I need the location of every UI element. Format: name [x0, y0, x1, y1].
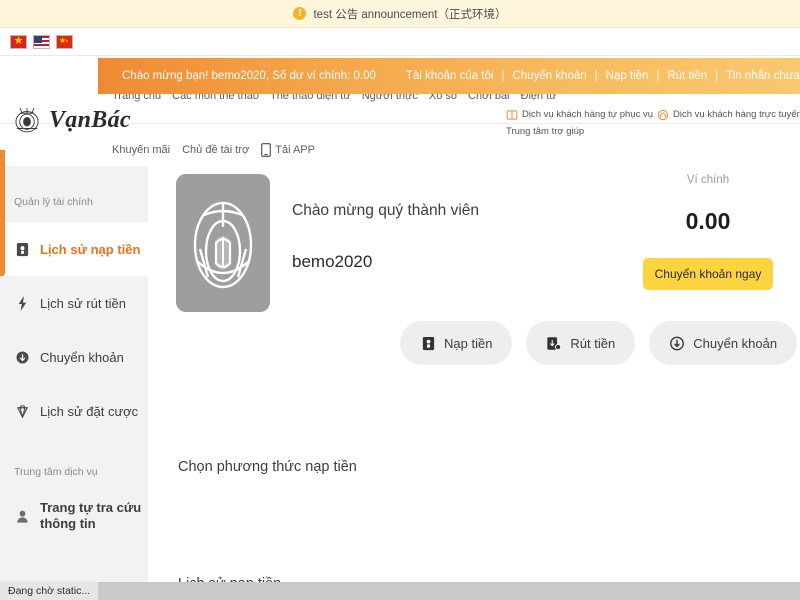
announcement-content: ! test 公告 announcement（正式环境） — [293, 6, 507, 22]
deposit-history-icon — [14, 240, 30, 258]
nav-separator: | — [501, 70, 505, 82]
sidebar-item-withdraw-history[interactable]: Lịch sử rút tiền — [0, 276, 148, 330]
deposit-icon — [420, 334, 436, 352]
nav-content: Chào mừng bạn! bemo2020, Số dư ví chính:… — [98, 58, 800, 94]
self-service-label: Dịch vụ khách hàng tự phục vụ — [522, 109, 653, 120]
exclamation-icon: ! — [293, 7, 307, 20]
customer-service-links: Dịch vụ khách hàng tự phục vụ Dịch vụ kh… — [506, 108, 800, 140]
phone-icon — [261, 143, 272, 157]
wallet-label: Ví chính — [686, 174, 730, 186]
secondary-menu-bar: Khuyến mãi Chủ đề tài trợ Tải APP — [0, 140, 800, 166]
quick-action-bar: Nạp tiền Rút tiền Chuyển khoản — [400, 321, 800, 365]
sidebar-group-title-service: Trung tâm dịch vụ — [14, 466, 98, 478]
nav-link-unread-messages[interactable]: Tin nhắn chưa đọc (0) — [726, 70, 800, 82]
nav-links: Tài khoản của tôi | Chuyển khoản | Nạp t… — [406, 70, 800, 82]
transfer-icon — [14, 348, 30, 366]
announcement-bar: ! test 公告 announcement（正式环境） — [0, 0, 800, 28]
withdraw-icon — [546, 334, 562, 352]
wallet-balance: 0.00 — [685, 208, 731, 234]
nav-separator: | — [594, 70, 598, 82]
brand-logo[interactable]: VạnBác — [10, 98, 131, 142]
withdraw-button[interactable]: Rút tiền — [526, 321, 636, 365]
customer-service-row: Dịch vụ khách hàng tự phục vụ Dịch vụ kh… — [506, 108, 800, 123]
sidebar-item-transfer[interactable]: Chuyển khoản — [0, 330, 148, 384]
submenu-label-sponsorship: Chủ đề tài trợ — [182, 144, 250, 156]
status-text: Đang chờ static... — [0, 582, 99, 600]
secondary-menu-items: Khuyến mãi Chủ đề tài trợ Tải APP — [112, 143, 315, 157]
nav-link-my-account[interactable]: Tài khoản của tôi — [406, 70, 494, 82]
sidebar-label-withdraw-history: Lịch sử rút tiền — [40, 295, 127, 311]
headset-icon — [657, 110, 669, 121]
sidebar: Quản lý tài chính Lịch sử nạp tiền Lịch … — [0, 166, 148, 586]
transfer-button-label: Chuyển khoản — [693, 335, 778, 351]
sidebar-label-transfer: Chuyển khoản — [40, 349, 124, 365]
member-avatar-emblem — [193, 201, 253, 289]
flag-usa-icon[interactable] — [33, 34, 50, 49]
deposit-button[interactable]: Nạp tiền — [400, 321, 513, 365]
username-text: bemo2020 — [292, 252, 373, 271]
announcement-text: test 公告 announcement（正式环境） — [313, 8, 507, 21]
submenu-item-download-app[interactable]: Tải APP — [261, 143, 315, 157]
nav-separator: | — [656, 70, 660, 82]
nav-link-transfer[interactable]: Chuyển khoản — [512, 70, 586, 82]
self-service-link[interactable]: Dịch vụ khách hàng tự phục vụ — [506, 108, 653, 123]
online-service-link[interactable]: Dịch vụ khách hàng trực tuyến — [657, 108, 800, 123]
user-lookup-icon — [14, 507, 30, 525]
member-profile: Chào mừng quý thành viên bemo2020 — [176, 174, 479, 312]
sidebar-item-deposit-history[interactable]: Lịch sử nạp tiền — [0, 222, 148, 276]
welcome-message: Chào mừng bạn! bemo2020, Số dư ví chính:… — [122, 70, 376, 82]
sidebar-item-self-lookup[interactable]: Trang tự tra cứu thông tin — [0, 488, 148, 544]
book-icon — [506, 110, 518, 120]
withdraw-history-icon — [14, 294, 30, 312]
deposit-method-title: Chọn phương thức nạp tiền — [178, 459, 357, 475]
deposit-button-label: Nạp tiền — [444, 335, 493, 351]
sidebar-label-deposit-history: Lịch sử nạp tiền — [40, 241, 141, 257]
bet-history-icon — [14, 402, 30, 420]
wallet-panel: Ví chính 0.00 Chuyển khoản ngay — [628, 174, 788, 290]
app-window: ! test 公告 announcement（正式环境） ★ ★ ★ Trang … — [0, 0, 800, 600]
submenu-label-promotions: Khuyến mãi — [112, 144, 171, 156]
browser-status-bar: Đang chờ static... — [0, 582, 800, 600]
submenu-item-sponsorship[interactable]: Chủ đề tài trợ — [182, 144, 249, 156]
nav-link-deposit[interactable]: Nạp tiền — [606, 70, 649, 82]
submenu-label-download-app: Tải APP — [275, 144, 315, 156]
avatar — [176, 174, 270, 312]
transfer-now-button[interactable]: Chuyển khoản ngay — [643, 258, 773, 290]
main-content: Chào mừng quý thành viên bemo2020 Ví chí… — [148, 166, 800, 600]
sidebar-label-self-lookup: Trang tự tra cứu thông tin — [40, 499, 142, 531]
withdraw-button-label: Rút tiền — [570, 335, 616, 351]
van-bac-emblem-icon — [15, 107, 39, 133]
left-accent-strip — [0, 166, 5, 274]
submenu-item-promotions[interactable]: Khuyến mãi — [112, 144, 170, 156]
help-center-link[interactable]: Trung tâm trợ giúp — [506, 125, 796, 140]
sidebar-label-bet-history: Lịch sử đặt cược — [40, 403, 139, 419]
online-service-label: Dịch vụ khách hàng trực tuyến — [673, 109, 800, 120]
language-flag-row: ★ ★ ★ — [0, 28, 800, 56]
brand-name: VạnBác — [49, 106, 131, 133]
greeting-text: Chào mừng quý thành viên — [292, 202, 480, 219]
flag-china-icon[interactable]: ★ ★ — [56, 34, 73, 49]
account-nav-bar: Chào mừng bạn! bemo2020, Số dư ví chính:… — [98, 58, 800, 94]
transfer-circle-icon — [669, 334, 685, 352]
nav-link-withdraw[interactable]: Rút tiền — [667, 70, 707, 82]
transfer-button[interactable]: Chuyển khoản — [649, 321, 798, 365]
greeting-block: Chào mừng quý thành viên bemo2020 — [292, 174, 479, 272]
sidebar-group-title-finance: Quản lý tài chính — [14, 196, 93, 208]
sidebar-item-bet-history[interactable]: Lịch sử đặt cược — [0, 384, 148, 438]
nav-separator: | — [715, 70, 719, 82]
flag-vietnam-icon[interactable]: ★ — [10, 34, 27, 49]
